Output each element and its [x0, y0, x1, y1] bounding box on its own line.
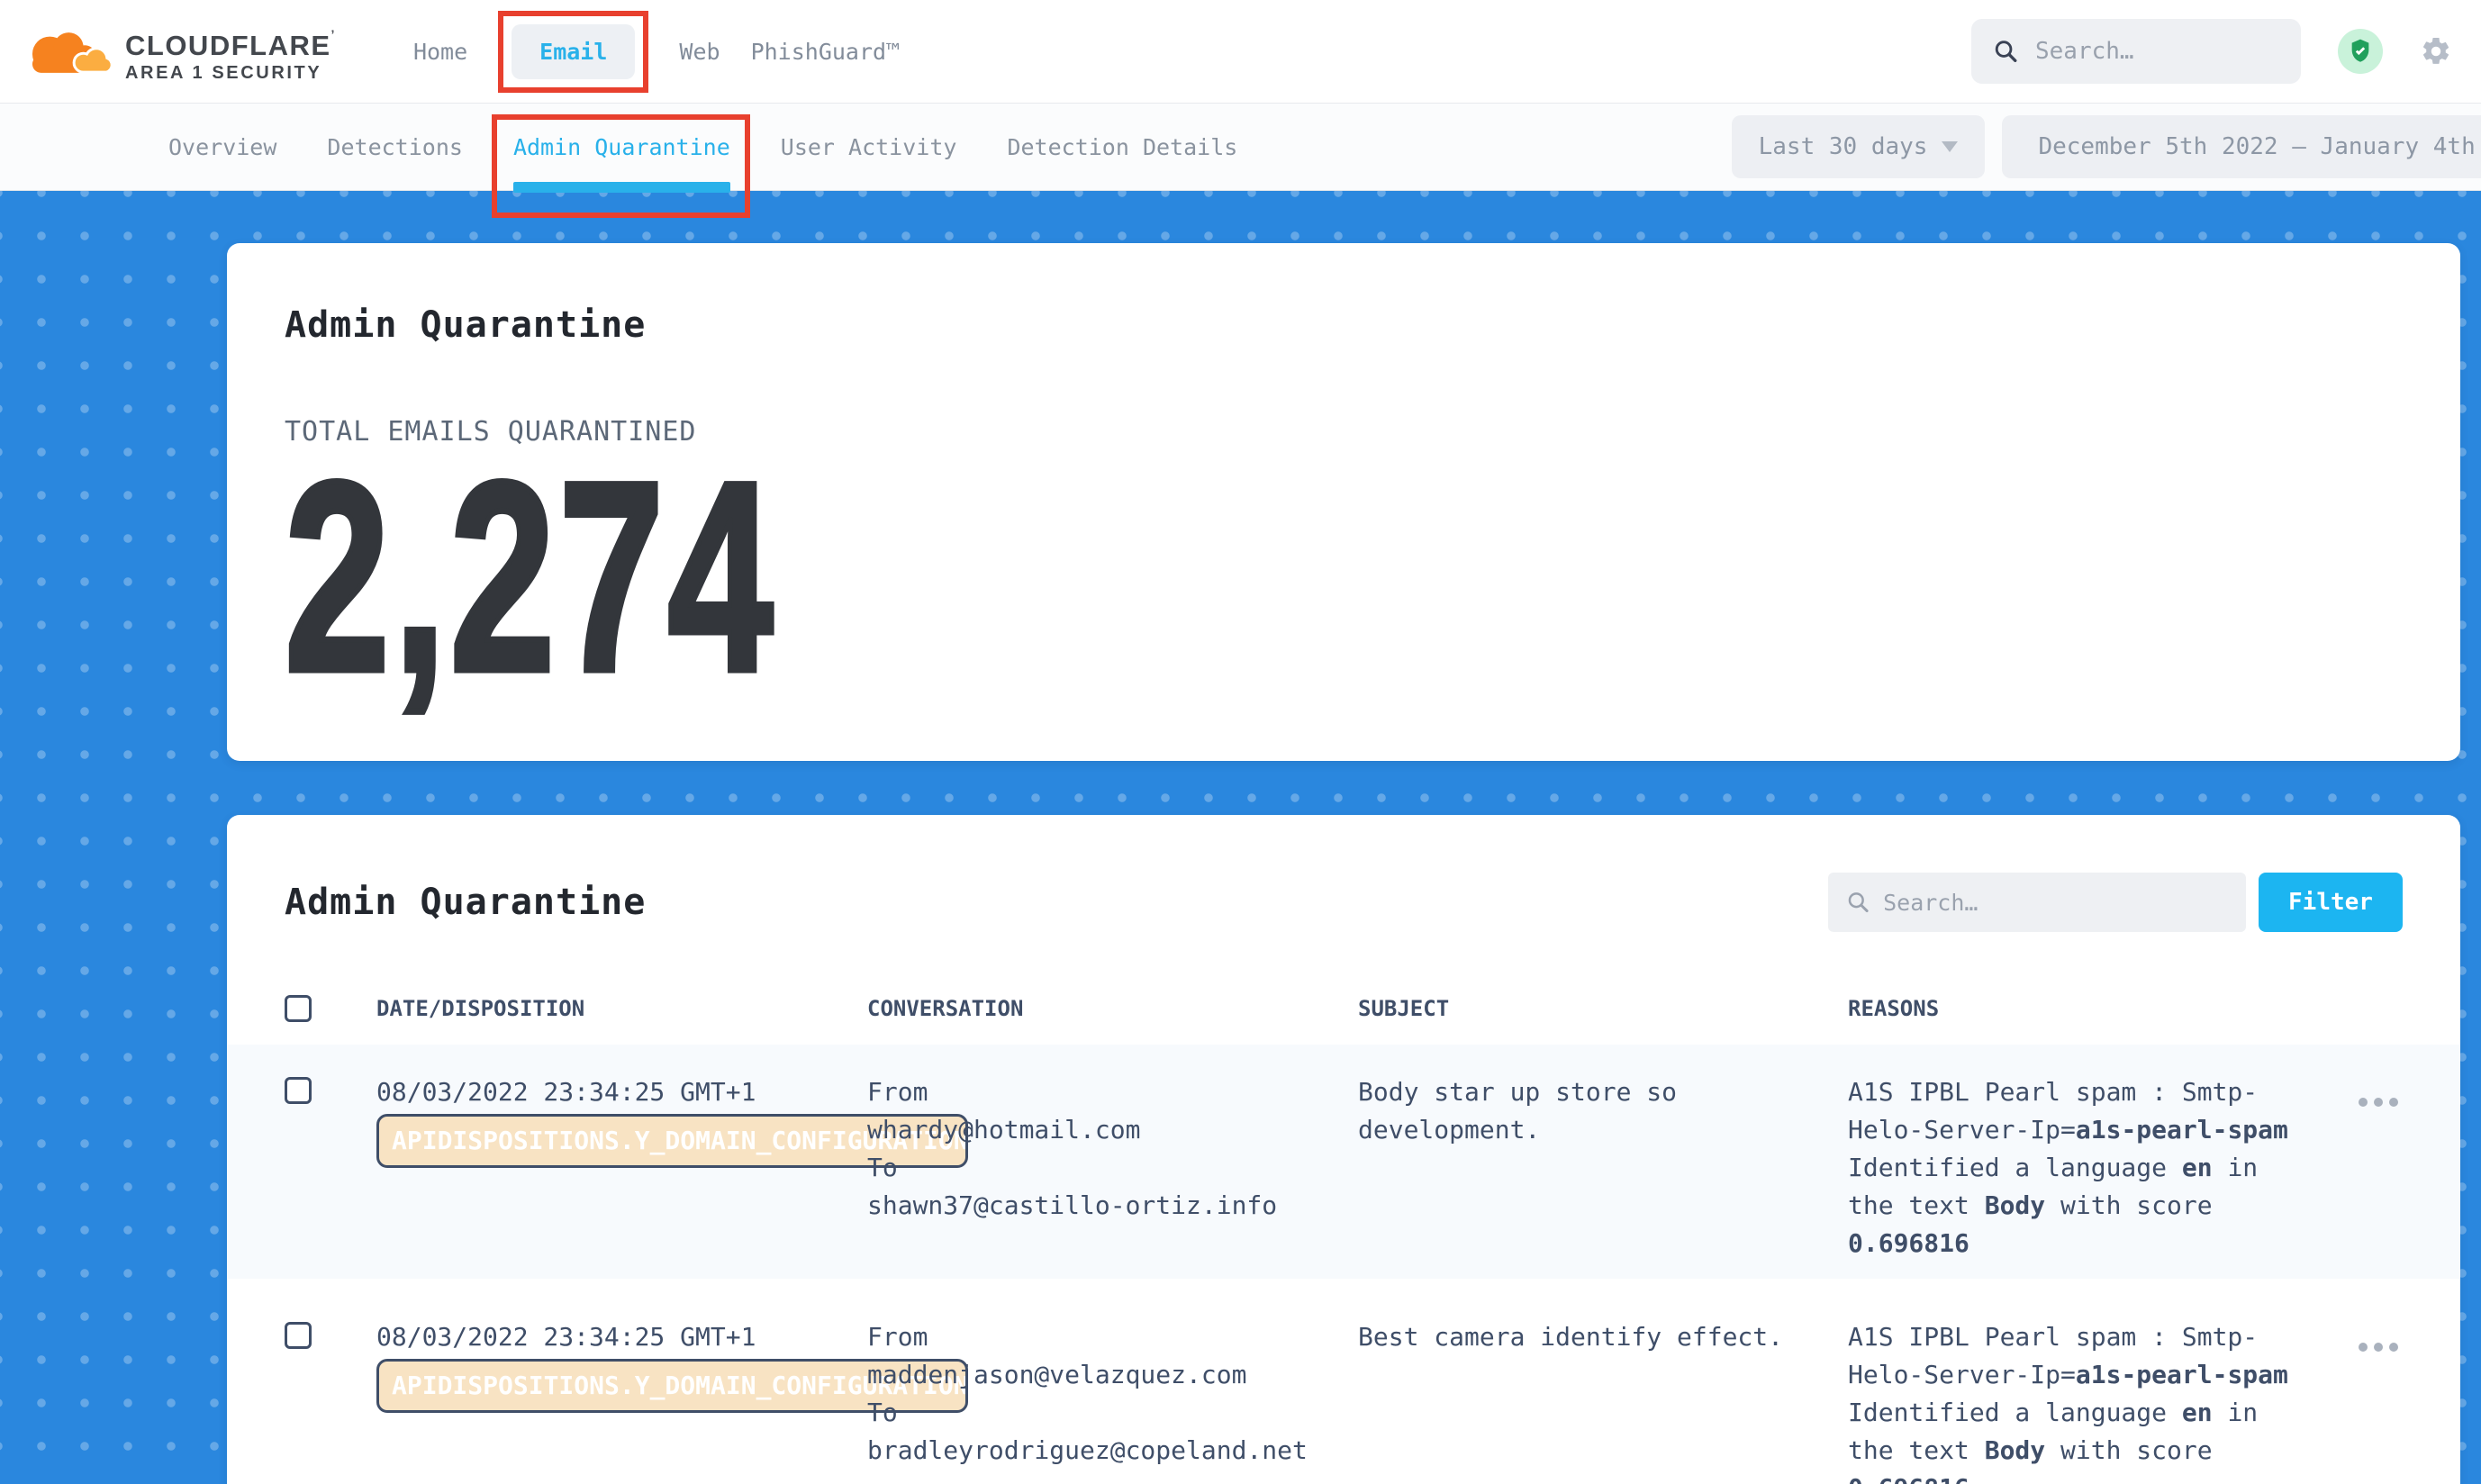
to-address[interactable]: bradleyrodriguez@copeland.net	[867, 1432, 1358, 1470]
column-header-date-disposition: DATE/DISPOSITION	[376, 996, 867, 1021]
active-tab-underline	[513, 182, 730, 193]
search-icon	[1846, 889, 1870, 916]
from-label: From	[867, 1318, 1358, 1356]
table-search[interactable]	[1828, 873, 2246, 932]
table-row: 08/03/2022 23:34:25 GMT+1 From whardy@ho…	[227, 1045, 2460, 1279]
conversation-cell: From maddenjason@velazquez.com To bradle…	[867, 1318, 1358, 1484]
to-address[interactable]: shawn37@castillo-ortiz.info	[867, 1187, 1358, 1225]
actions-cell	[2352, 1073, 2460, 1279]
period-selector-label: Last 30 days	[1759, 133, 1928, 160]
primary-nav: Home Email Web PhishGuard™	[413, 11, 900, 93]
row-reasons: A1S IPBL Pearl spam : Smtp-Helo-Server-I…	[1848, 1318, 2304, 1484]
summary-card: Admin Quarantine TOTAL EMAILS QUARANTINE…	[227, 243, 2460, 761]
period-selector[interactable]: Last 30 days	[1732, 115, 1986, 178]
table-card-header: Admin Quarantine Filter	[227, 873, 2460, 932]
subject-cell: Body star up store so development.	[1358, 1073, 1848, 1279]
global-search[interactable]	[1971, 19, 2301, 84]
row-checkbox[interactable]	[285, 1322, 312, 1349]
to-label: To	[867, 1394, 1358, 1432]
date-cell: 08/03/2022 23:34:25 GMT+1	[376, 1073, 867, 1279]
brand-name: CLOUDFLARE’	[125, 19, 336, 61]
row-actions-button[interactable]	[2352, 1336, 2404, 1361]
reasons-cell: A1S IPBL Pearl spam : Smtp-Helo-Server-I…	[1848, 1318, 2352, 1484]
section-tabs: Overview Detections Admin Quarantine Use…	[168, 129, 1237, 166]
subject-cell: Best camera identify effect.	[1358, 1318, 1848, 1484]
actions-cell	[2352, 1318, 2460, 1484]
tab-admin-quarantine-label: Admin Quarantine	[513, 134, 730, 160]
brand-text: CLOUDFLARE’ AREA 1 SECURITY	[125, 19, 336, 85]
brand-trademark: ’	[331, 27, 336, 41]
table-row: 08/03/2022 23:34:25 GMT+1 From maddenjas…	[227, 1289, 2460, 1484]
topbar-right-cluster	[1971, 19, 2452, 84]
ellipsis-icon	[2358, 1097, 2399, 1108]
reasons-cell: A1S IPBL Pearl spam : Smtp-Helo-Server-I…	[1848, 1073, 2352, 1279]
from-label: From	[867, 1073, 1358, 1111]
nav-item-phishguard[interactable]: PhishGuard™	[751, 39, 901, 65]
page-title: Admin Quarantine	[285, 304, 2403, 346]
row-subject: Best camera identify effect.	[1358, 1318, 1814, 1356]
column-header-conversation: CONVERSATION	[867, 996, 1358, 1021]
cloudflare-cloud-icon	[24, 12, 114, 91]
nav-item-email[interactable]: Email	[512, 24, 635, 79]
tab-detection-details[interactable]: Detection Details	[1007, 129, 1237, 166]
column-header-reasons: REASONS	[1848, 996, 2352, 1021]
conversation-cell: From whardy@hotmail.com To shawn37@casti…	[867, 1073, 1358, 1279]
security-status-badge[interactable]	[2338, 29, 2383, 74]
date-range-label: December 5th 2022 — January 4th 2023	[2038, 133, 2481, 160]
row-actions-button[interactable]	[2352, 1091, 2404, 1116]
email-section-nav: Overview Detections Admin Quarantine Use…	[0, 104, 2481, 191]
tab-user-activity[interactable]: User Activity	[781, 129, 957, 166]
nav-item-home[interactable]: Home	[413, 39, 467, 65]
tab-detections[interactable]: Detections	[327, 129, 463, 166]
chevron-down-icon	[1942, 141, 1958, 152]
date-range-display[interactable]: December 5th 2022 — January 4th 2023	[2002, 115, 2481, 178]
row-date: 08/03/2022 23:34:25 GMT+1	[376, 1077, 756, 1107]
page-content: Admin Quarantine TOTAL EMAILS QUARANTINE…	[0, 191, 2481, 1484]
top-bar: CLOUDFLARE’ AREA 1 SECURITY Home Email W…	[0, 0, 2481, 104]
row-date: 08/03/2022 23:34:25 GMT+1	[376, 1322, 756, 1352]
filter-button[interactable]: Filter	[2259, 873, 2403, 932]
to-label: To	[867, 1149, 1358, 1187]
row-subject: Body star up store so development.	[1358, 1073, 1814, 1149]
table-card-title: Admin Quarantine	[285, 882, 646, 923]
from-address[interactable]: whardy@hotmail.com	[867, 1111, 1358, 1149]
column-header-subject: SUBJECT	[1358, 996, 1848, 1021]
search-icon	[1993, 36, 2019, 67]
cloudflare-logo[interactable]: CLOUDFLARE’ AREA 1 SECURITY	[24, 12, 336, 91]
row-reasons: A1S IPBL Pearl spam : Smtp-Helo-Server-I…	[1848, 1073, 2304, 1262]
select-all-checkbox[interactable]	[285, 995, 312, 1022]
from-address[interactable]: maddenjason@velazquez.com	[867, 1356, 1358, 1394]
annotation-box-email: Email	[498, 11, 648, 93]
date-controls: Last 30 days December 5th 2022 — January…	[1732, 115, 2481, 178]
gear-icon[interactable]	[2420, 35, 2452, 68]
tab-admin-quarantine[interactable]: Admin Quarantine	[513, 129, 730, 166]
brand-subtitle: AREA 1 SECURITY	[125, 61, 336, 85]
table-controls: Filter	[1828, 873, 2403, 932]
global-search-input[interactable]	[2035, 38, 2279, 65]
nav-item-web[interactable]: Web	[679, 39, 720, 65]
quarantine-table-card: Admin Quarantine Filter DATE/DISPOSITION…	[227, 815, 2460, 1484]
ellipsis-icon	[2358, 1342, 2399, 1353]
tab-overview[interactable]: Overview	[168, 129, 276, 166]
row-checkbox[interactable]	[285, 1077, 312, 1104]
table-search-input[interactable]	[1883, 890, 2228, 916]
shield-check-icon	[2346, 37, 2375, 66]
table-header-row: DATE/DISPOSITION CONVERSATION SUBJECT RE…	[227, 973, 2460, 1045]
metric-value: 2,274	[285, 464, 777, 689]
